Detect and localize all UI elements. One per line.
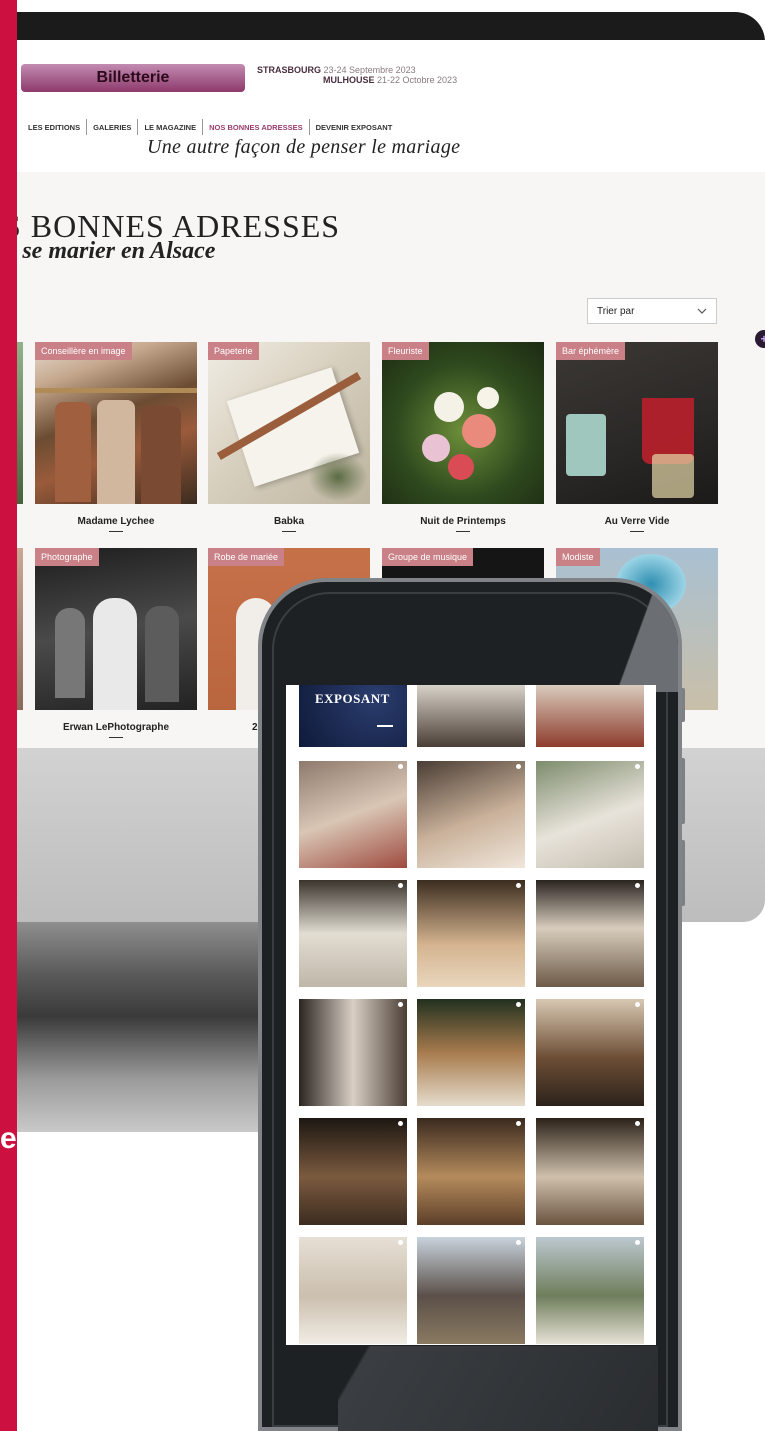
gallery-tile[interactable] [417,685,525,747]
nav-les-editions[interactable]: LES EDITIONS [22,123,86,132]
promo-canvas: e Billetterie STRASBOURG 23-24 Septembre… [0,0,765,1431]
chevron-down-icon [697,306,707,317]
card-erwan-lephotographe[interactable]: Photographe Erwan LePhotographe [35,548,197,738]
partial-card-image [17,548,23,710]
gallery-tile[interactable] [536,761,644,868]
laptop-shadow [17,922,267,1132]
card-underline [282,531,296,532]
card-underline [109,531,123,532]
category-tag: Fleuriste [382,342,429,360]
page-subtitle: r se marier en Alsace [17,238,216,264]
event-strasbourg: STRASBOURG 23-24 Septembre 2023 [257,65,416,75]
category-tag: Groupe de musique [382,548,474,566]
nav-le-magazine[interactable]: LE MAGAZINE [138,123,202,132]
category-tag: Photographe [35,548,99,566]
partial-side-letter: e [0,1122,17,1155]
gallery-tile[interactable] [536,1118,644,1225]
card-nuit-de-printemps[interactable]: Fleuriste Nuit de Printemps [382,342,544,532]
card-name: Madame Lychee [77,516,155,527]
card-au-verre-vide[interactable]: Bar éphémère Au Verre Vide [556,342,718,532]
category-tag: Modiste [556,548,600,566]
card-image: Papeterie [208,342,370,504]
gallery-tile[interactable] [417,1237,525,1344]
card-name: Au Verre Vide [604,516,670,527]
nav-galeries[interactable]: GALERIES [87,123,137,132]
gallery-tile[interactable] [417,761,525,868]
card-underline [630,531,644,532]
card-babka[interactable]: Papeterie Babka [208,342,370,532]
gallery-tile[interactable] [417,1118,525,1225]
partial-card-image [17,342,23,504]
gallery-tile[interactable] [299,1237,407,1344]
event-dates: STRASBOURG 23-24 Septembre 2023 MULHOUSE… [257,65,457,85]
card-name: Babka [273,516,304,527]
card-image: Conseillère en image [35,342,197,504]
category-tag: Papeterie [208,342,259,360]
gallery-tile[interactable] [299,761,407,868]
event-mulhouse: MULHOUSE 21-22 Octobre 2023 [323,75,458,85]
card-image: Fleuriste [382,342,544,504]
card-image: Photographe [35,548,197,710]
nav-devenir-exposant[interactable]: DEVENIR EXPOSANT [310,123,399,132]
category-tag: Conseillère en image [35,342,132,360]
site-tagline: Une autre façon de penser le mariage [147,136,461,158]
card-underline [109,737,123,738]
nav-nos-bonnes-adresses[interactable]: NOS BONNES ADRESSES [203,123,309,132]
gallery-tile[interactable] [536,1237,644,1344]
gallery-tile[interactable] [417,999,525,1106]
main-nav: LES EDITIONS GALERIES LE MAGAZINE NOS BO… [22,119,398,135]
gallery-tile[interactable] [536,880,644,987]
category-tag: Bar éphémère [556,342,626,360]
sort-select[interactable]: Trier par [587,298,717,324]
card-madame-lychee[interactable]: Conseillère en image Madame Lychee [35,342,197,532]
gallery-tile[interactable] [299,880,407,987]
gallery-tile[interactable] [417,880,525,987]
phone-bottom-glare [338,1346,658,1431]
card-name: Erwan LePhotographe [62,722,170,733]
phone-glare [592,582,678,692]
sort-label: Trier par [597,305,635,317]
plus-icon[interactable]: + [755,330,765,348]
gallery-tile[interactable] [536,999,644,1106]
gallery-tile[interactable] [536,685,644,747]
exposant-label: EXPOSANT [315,691,390,706]
phone-screen: EXPOSANT [286,685,656,1345]
red-side-bar [0,0,17,1431]
site-header: Billetterie STRASBOURG 23-24 Septembre 2… [17,40,765,172]
card-name: Nuit de Printemps [420,516,506,527]
category-tag: Robe de mariée [208,548,285,566]
gallery-tile[interactable] [299,999,407,1106]
gallery-tile[interactable] [299,1118,407,1225]
ticket-button[interactable]: Billetterie [21,64,245,92]
card-underline [456,531,470,532]
card-image: Bar éphémère [556,342,718,504]
gallery-tile-exposant[interactable]: EXPOSANT [299,685,407,747]
